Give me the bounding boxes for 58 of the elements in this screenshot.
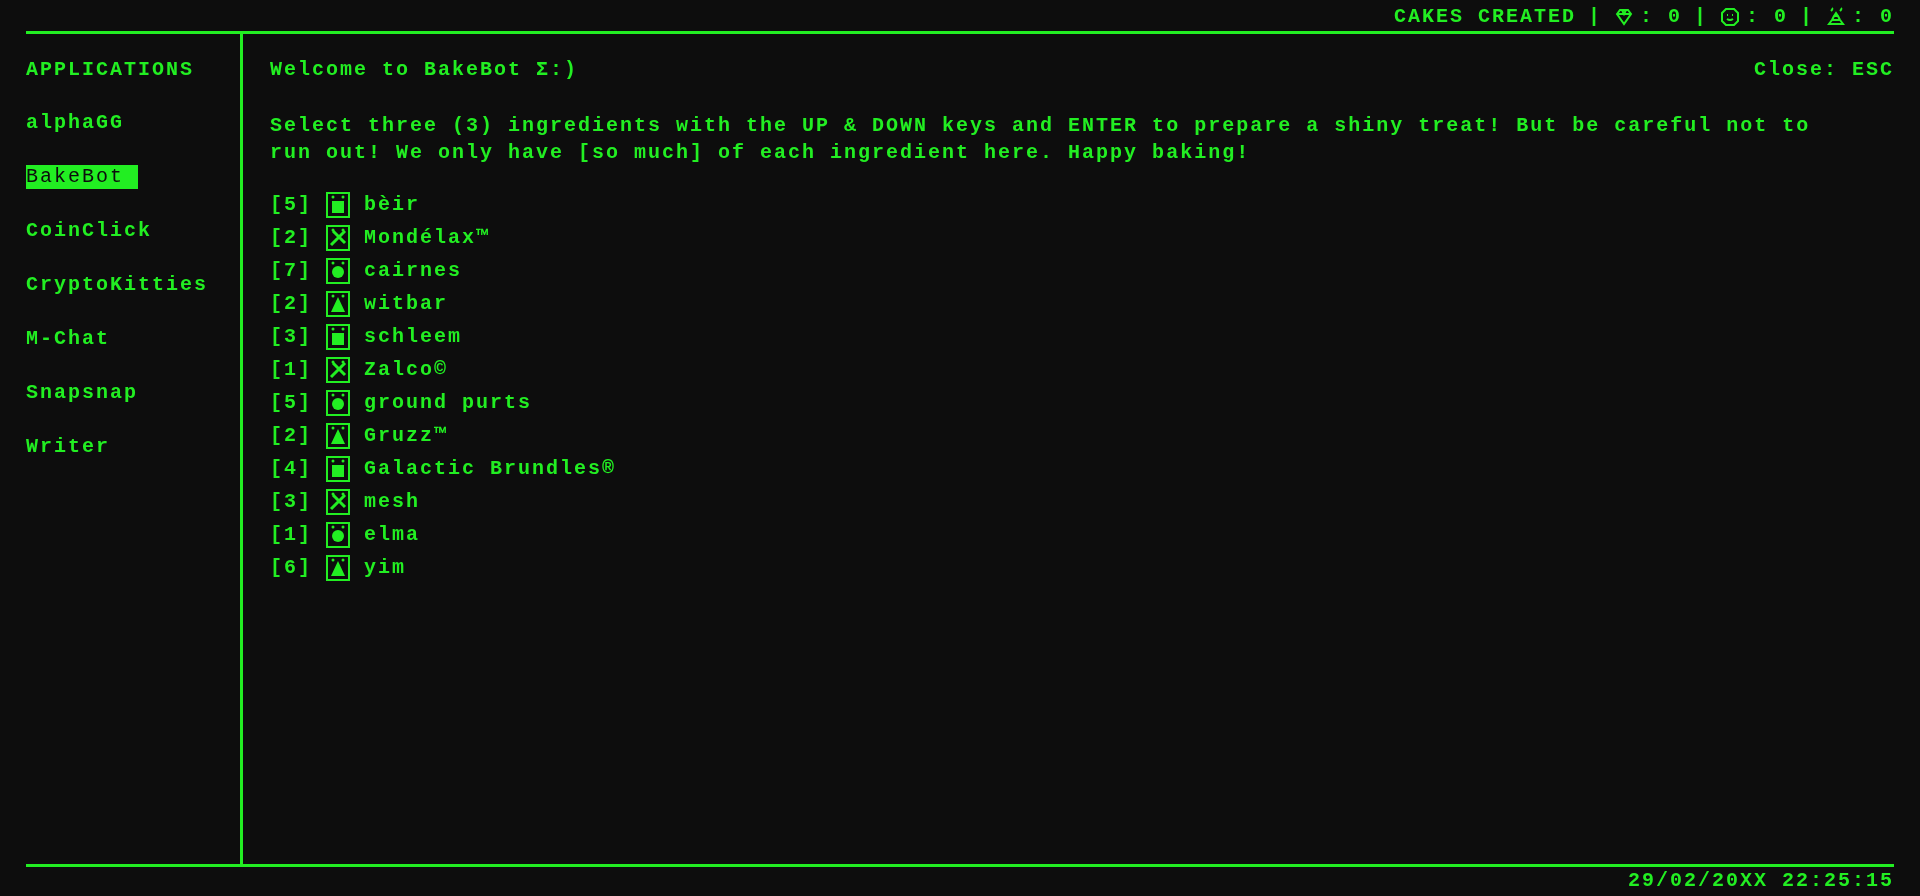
ingredient-name[interactable]: Zalco© [364,358,449,381]
sidebar-item[interactable]: BakeBot [26,165,138,189]
ingredient-count: [3] [270,325,312,348]
ingredient-icon [326,290,350,317]
separator: | [1693,5,1708,28]
ingredient-count: [5] [270,193,312,216]
sidebar-item[interactable]: CryptoKitties [26,273,223,297]
ingredient-count: [5] [270,391,312,414]
ingredient-name[interactable]: bèir [364,193,421,216]
sidebar-item[interactable]: Snapsnap [26,381,152,405]
ingredient-icon [326,257,350,284]
ingredient-name[interactable]: ground purts [364,391,533,414]
ingredient-count: [1] [270,523,312,546]
sidebar-item[interactable]: M-Chat [26,327,124,351]
ingredient-name[interactable]: yim [364,556,407,579]
ingredient-icon [326,191,350,218]
pile-icon [1826,6,1846,27]
ingredient-icon [326,356,350,383]
ingredient-name[interactable]: cairnes [364,259,463,282]
counter-value: : 0 [1852,5,1894,28]
separator: | [1587,5,1602,28]
ingredient-icon [326,224,350,251]
separator: | [1799,5,1814,28]
close-hint: Close: ESC [1753,58,1894,82]
ingredient-name[interactable]: Galactic Brundles® [364,457,617,480]
ingredient-name[interactable]: witbar [364,292,449,315]
ingredient-icon [326,554,350,581]
sidebar-item[interactable]: CoinClick [26,219,167,243]
counter-value: : 0 [1639,5,1682,28]
instructions: Select three (3) ingredients with the UP & DOWN keys and ENTER to prepare a shiny treat! But be careful not to run out! We only have [so much] of each ingredient here. Happy baking! [270,113,1812,166]
ingredient-icon [326,455,350,482]
status-label: CAKES CREATED [1393,5,1576,28]
ingredient-count: [2] [270,424,312,447]
ingredient-name[interactable]: Gruzz™ [364,424,449,447]
smiley-icon [1719,6,1740,27]
datetime: 29/02/20XX 22:25:15 [1627,869,1894,892]
ingredient-icon [326,488,350,515]
ingredient-count: [4] [270,457,312,480]
sidebar-item[interactable]: alphaGG [26,111,138,135]
ingredient-name[interactable]: Mondélax™ [364,226,491,249]
ingredient-count: [2] [270,292,312,315]
ingredient-count: [7] [270,259,312,282]
ingredient-count: [6] [270,556,312,579]
ingredient-icon [326,422,350,449]
ingredient-icon [326,389,350,416]
sidebar-title: APPLICATIONS [26,58,196,81]
ingredient-count: [1] [270,358,312,381]
ingredient-count: [3] [270,490,312,513]
ingredient-name[interactable]: elma [364,523,421,546]
diamond-icon [1613,6,1634,27]
counter-value: : 0 [1745,5,1788,28]
ingredient-icon [326,323,350,350]
ingredient-count: [2] [270,226,312,249]
window-title: Welcome to BakeBot Σ:) [270,58,579,82]
sidebar-item[interactable]: Writer [26,435,124,459]
ingredient-icon [326,521,350,548]
ingredient-name[interactable]: mesh [364,490,421,513]
ingredient-name[interactable]: schleem [364,325,463,348]
